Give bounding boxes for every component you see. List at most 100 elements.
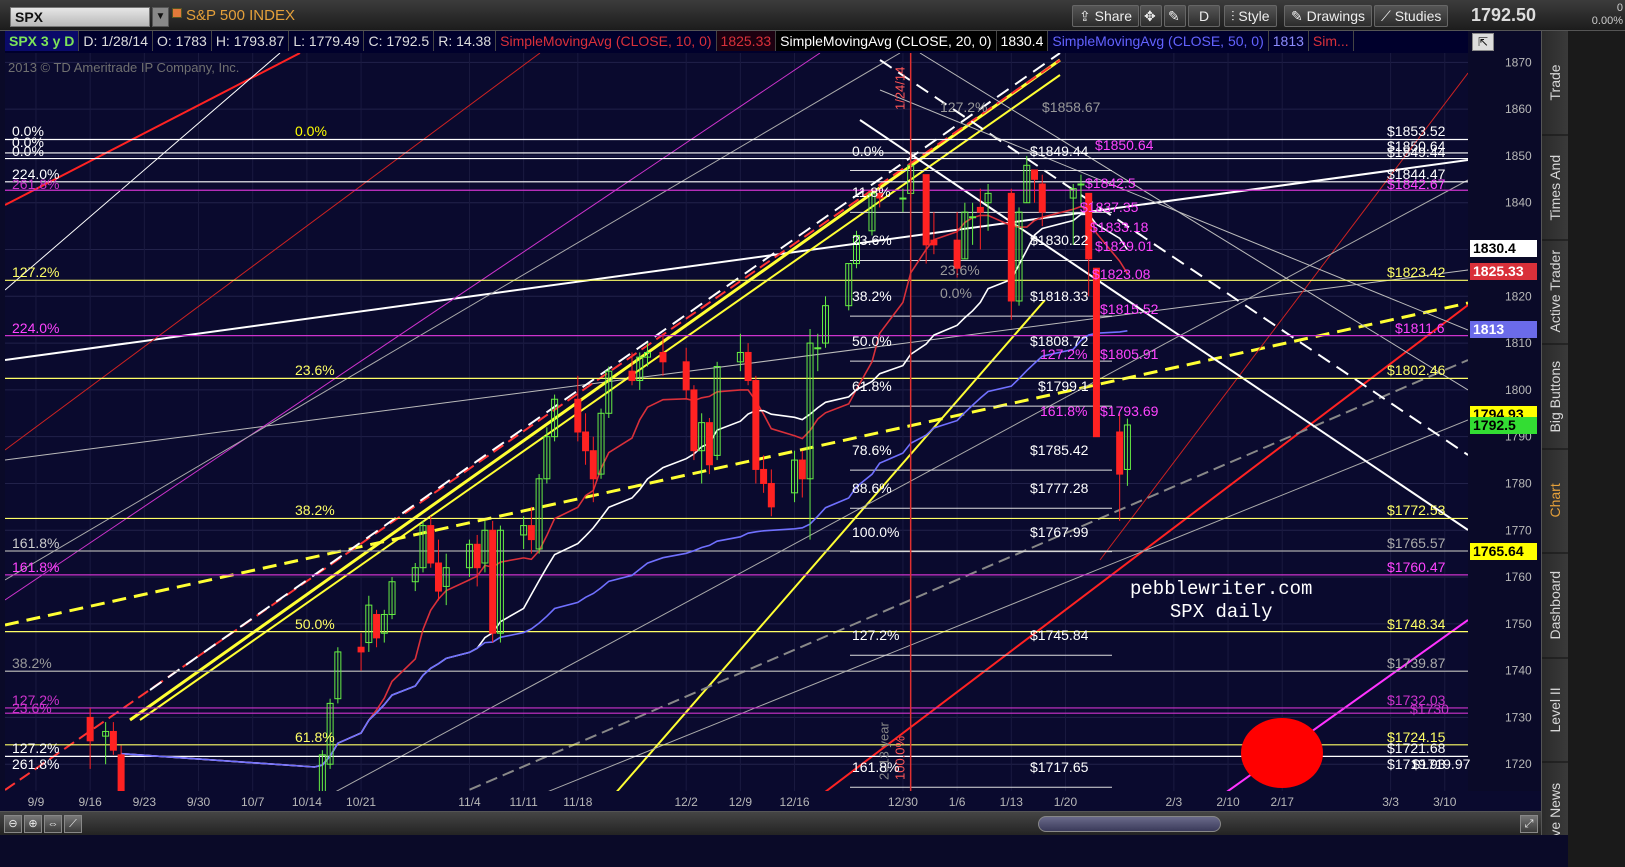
level-label: $1858.67 — [1042, 99, 1101, 116]
price-tag: 1830.4 — [1470, 239, 1537, 257]
price-chart[interactable]: 2013 year 100.0%1/24/14 17201730174017501… — [0, 0, 1625, 867]
level-label: $1739.87 — [1387, 655, 1446, 672]
level-label: 127.2% — [852, 627, 900, 644]
level-label: $1765.57 — [1387, 534, 1446, 551]
level-label: 224.0% — [12, 319, 60, 336]
candle-body — [690, 389, 698, 452]
side-tab-dashboard[interactable]: Dashboard — [1542, 553, 1569, 658]
price-tag: 1813 — [1470, 321, 1537, 339]
x-tick-label: 2/10 — [1216, 795, 1240, 809]
y-tick-label: 1810 — [1505, 336, 1532, 350]
level-label: 0.0% — [852, 142, 884, 159]
level-label: $1748.34 — [1387, 615, 1446, 632]
level-label: 261.8% — [12, 176, 60, 193]
level-label: 161.8% — [12, 534, 60, 551]
level-label: 61.8% — [295, 728, 335, 745]
level-label: 261.8% — [12, 756, 60, 773]
x-tick-label: 9/30 — [187, 795, 211, 809]
x-tick-label: 2/17 — [1271, 795, 1295, 809]
zoom-out-icon[interactable]: ⊖ — [4, 815, 22, 833]
level-label: $1823.08 — [1092, 265, 1151, 282]
y-tick-label: 1720 — [1505, 757, 1532, 771]
candle-body — [117, 754, 125, 793]
y-tick-label: 1820 — [1505, 289, 1532, 303]
target-circle-marker — [1241, 718, 1323, 788]
level-label: $1815.52 — [1100, 301, 1159, 318]
candle-body — [582, 431, 590, 452]
y-tick-label: 1800 — [1505, 383, 1532, 397]
x-tick-label: 12/16 — [780, 795, 810, 809]
level-label: $1823.42 — [1387, 264, 1446, 281]
fit-icon[interactable]: ⇔ — [44, 815, 62, 833]
x-tick-label: 12/9 — [729, 795, 753, 809]
x-tick-label: 3/3 — [1382, 795, 1399, 809]
x-axis: 9/9 9/16 9/23 9/30 10/7 10/14 10/21 11/4 11/11 11… — [0, 791, 1541, 811]
side-tab-times-and-sales[interactable]: Times And Sales — [1542, 135, 1590, 240]
level-label: 23.6% — [940, 262, 980, 279]
level-label: $1842.67 — [1387, 175, 1446, 192]
expand-icon[interactable]: ⤢ — [1520, 815, 1538, 833]
level-label: 50.0% — [295, 615, 335, 632]
candle-body — [682, 361, 690, 391]
price-tag: 1765.64 — [1470, 542, 1537, 560]
candle-body — [1116, 431, 1124, 475]
candle-body — [798, 459, 806, 480]
candle-body — [373, 613, 381, 639]
level-label: $1719.97 — [1412, 756, 1471, 773]
level-label: $1837.35 — [1080, 199, 1139, 216]
level-label: $1793.69 — [1100, 403, 1159, 420]
candle-body — [1092, 267, 1100, 438]
candle-body — [930, 239, 938, 246]
side-panel-background — [1568, 31, 1625, 867]
x-tick-label: 1/20 — [1054, 795, 1078, 809]
level-label: $1850.64 — [1095, 136, 1154, 153]
candle-body — [760, 468, 768, 484]
x-tick-label: 11/4 — [458, 795, 481, 809]
price-tag: 1825.33 — [1470, 263, 1537, 281]
side-tab-big-buttons[interactable]: Big Buttons — [1542, 344, 1569, 449]
x-tick-label: 3/10 — [1433, 795, 1457, 809]
candle-body — [86, 716, 94, 742]
level-label: 0.0% — [940, 284, 972, 301]
level-label: $1849.44 — [1387, 144, 1446, 161]
time-scrollbar[interactable] — [1038, 816, 1221, 832]
candle-body — [574, 398, 582, 433]
level-label: 0.0% — [295, 123, 327, 140]
copyright-text: 2013 © TD Ameritrade IP Company, Inc. — [8, 60, 240, 75]
side-tab-active-trader[interactable]: Active Trader — [1542, 240, 1569, 345]
level-label: 23.6% — [852, 232, 892, 249]
x-tick-label: 12/30 — [888, 795, 918, 809]
x-tick-label: 10/7 — [241, 795, 265, 809]
level-label: 161.8% — [12, 558, 60, 575]
y-tick-label: 1760 — [1505, 570, 1532, 584]
level-label: $1717.65 — [1030, 759, 1089, 776]
candle-body — [357, 646, 365, 653]
side-tab-level-ii[interactable]: Level II — [1542, 658, 1569, 763]
level-label: $1805.91 — [1100, 346, 1159, 363]
level-label: $1785.42 — [1030, 442, 1089, 459]
level-label: $1830.22 — [1030, 232, 1089, 249]
level-label: 161.8% — [852, 759, 900, 776]
candle-body — [427, 525, 435, 564]
level-label: $1767.99 — [1030, 523, 1089, 540]
level-label: 23.6% — [295, 362, 335, 379]
draw-cursor-icon[interactable]: ⟋ — [64, 815, 82, 833]
x-tick-label: 1/13 — [1000, 795, 1024, 809]
level-label: 127.2% — [12, 264, 60, 281]
zoom-in-icon[interactable]: ⊕ — [24, 815, 42, 833]
x-tick-label: 10/21 — [346, 795, 376, 809]
candle-body — [922, 174, 930, 246]
level-label: 0.0% — [12, 142, 44, 159]
watermark-site: pebblewriter.com — [1130, 578, 1313, 600]
candle-body — [473, 543, 481, 569]
level-label: 100.0% — [852, 523, 900, 540]
candle-body — [1031, 169, 1039, 180]
level-label: $1842.5 — [1085, 175, 1136, 192]
right-side-tabs: TradeTimes And SalesActive TraderBig But… — [1541, 31, 1590, 867]
side-tab-trade[interactable]: Trade — [1542, 31, 1569, 136]
x-tick-label: 9/9 — [28, 795, 45, 809]
x-tick-label: 2/3 — [1166, 795, 1183, 809]
x-tick-label: 12/2 — [675, 795, 699, 809]
candle-body — [1007, 192, 1015, 302]
side-tab-chart[interactable]: Chart — [1542, 449, 1569, 554]
